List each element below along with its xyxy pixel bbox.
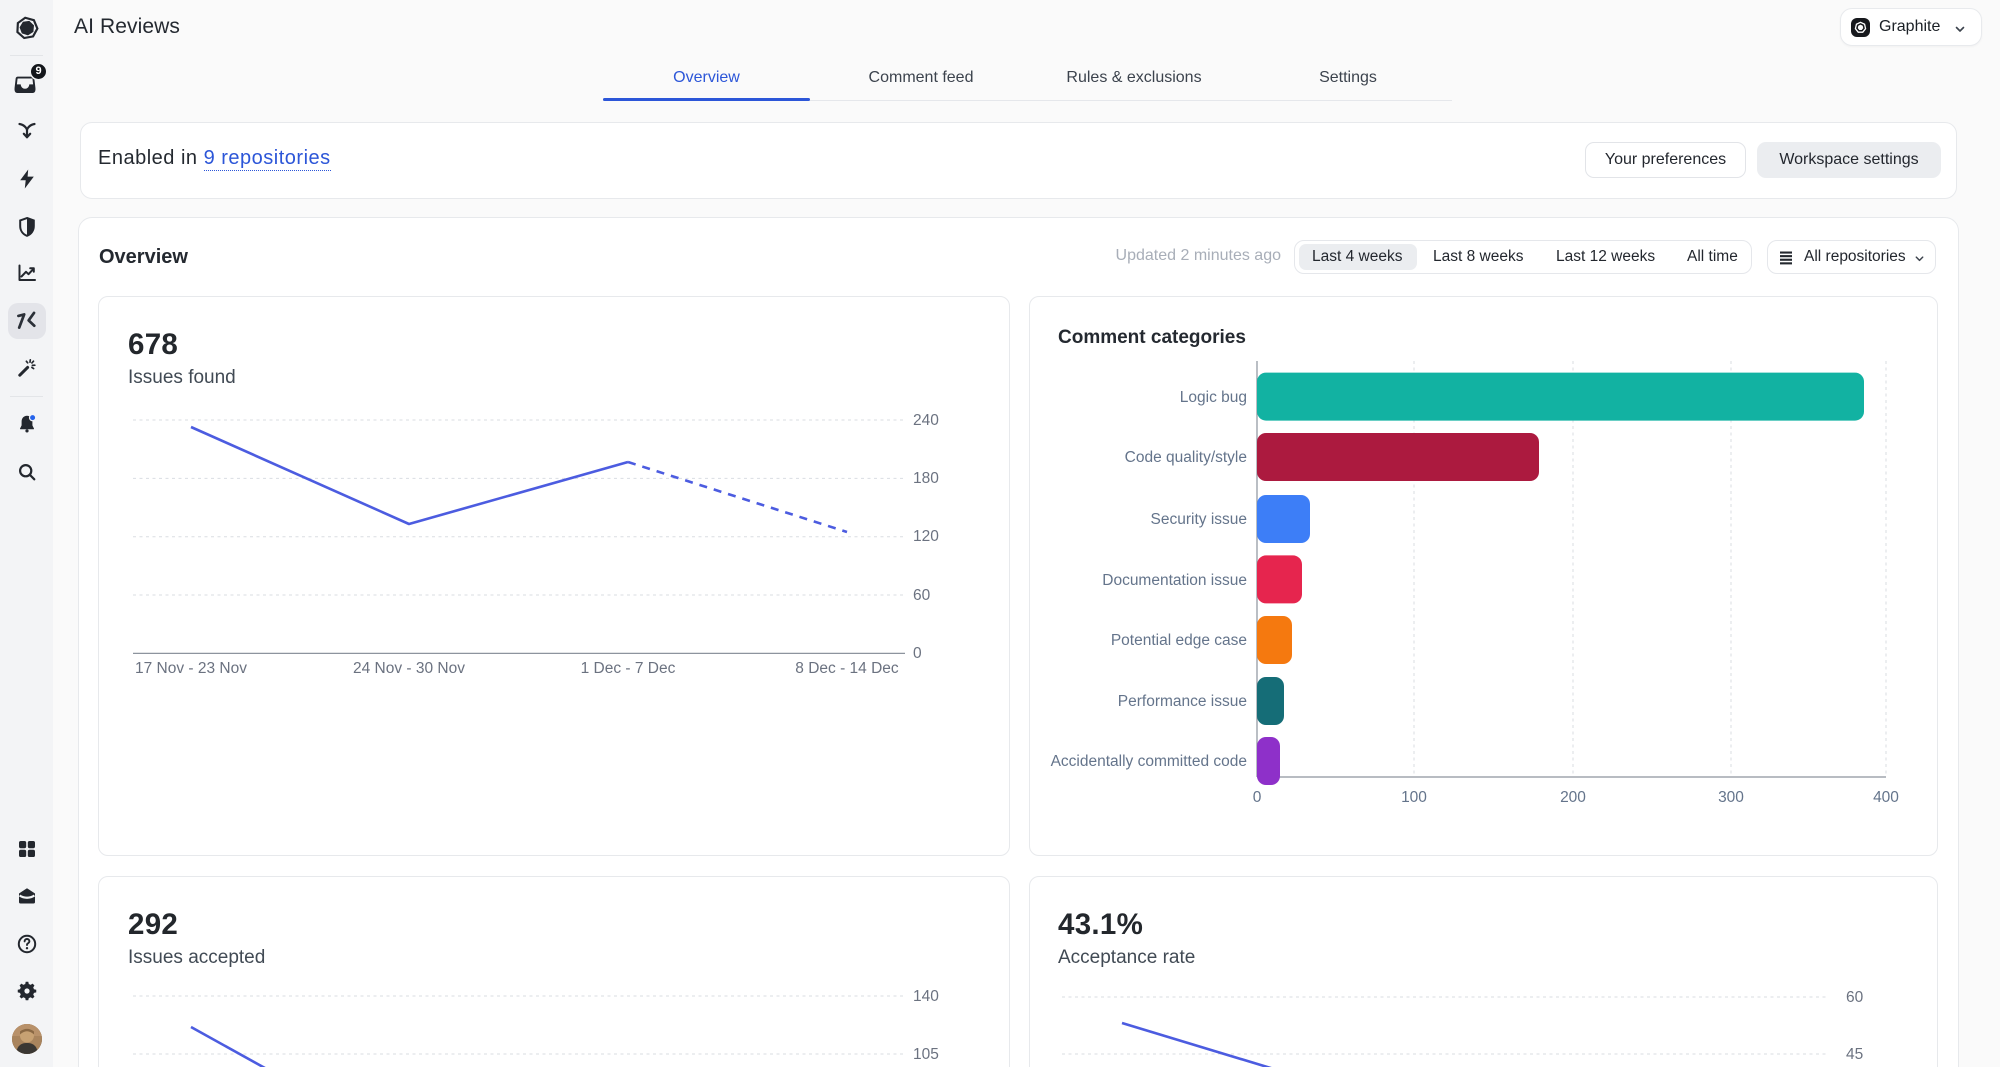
svg-text:180: 180 — [913, 470, 939, 487]
svg-text:120: 120 — [913, 528, 939, 545]
svg-text:100: 100 — [1401, 789, 1427, 806]
svg-text:24 Nov - 30 Nov: 24 Nov - 30 Nov — [353, 660, 465, 677]
svg-text:Documentation issue: Documentation issue — [1102, 572, 1247, 589]
svg-text:17 Nov - 23 Nov: 17 Nov - 23 Nov — [135, 660, 247, 677]
svg-text:Security issue: Security issue — [1151, 511, 1247, 528]
svg-text:200: 200 — [1560, 789, 1586, 806]
svg-text:Performance issue: Performance issue — [1118, 693, 1247, 710]
svg-text:8 Dec - 14 Dec: 8 Dec - 14 Dec — [795, 660, 899, 677]
svg-text:1 Dec - 7 Dec: 1 Dec - 7 Dec — [581, 660, 676, 677]
svg-text:60: 60 — [1846, 989, 1864, 1006]
svg-text:400: 400 — [1873, 789, 1899, 806]
svg-text:300: 300 — [1718, 789, 1744, 806]
svg-text:0: 0 — [913, 645, 922, 662]
svg-text:Accidentally committed code: Accidentally committed code — [1051, 753, 1247, 770]
svg-text:45: 45 — [1846, 1046, 1863, 1063]
svg-text:140: 140 — [913, 988, 939, 1005]
svg-text:Logic bug: Logic bug — [1180, 389, 1247, 406]
svg-text:Code quality/style: Code quality/style — [1125, 449, 1247, 466]
svg-text:Potential edge case: Potential edge case — [1111, 632, 1247, 649]
svg-text:240: 240 — [913, 412, 939, 429]
svg-text:0: 0 — [1253, 789, 1262, 806]
svg-text:105: 105 — [913, 1046, 939, 1063]
svg-text:60: 60 — [913, 587, 931, 604]
